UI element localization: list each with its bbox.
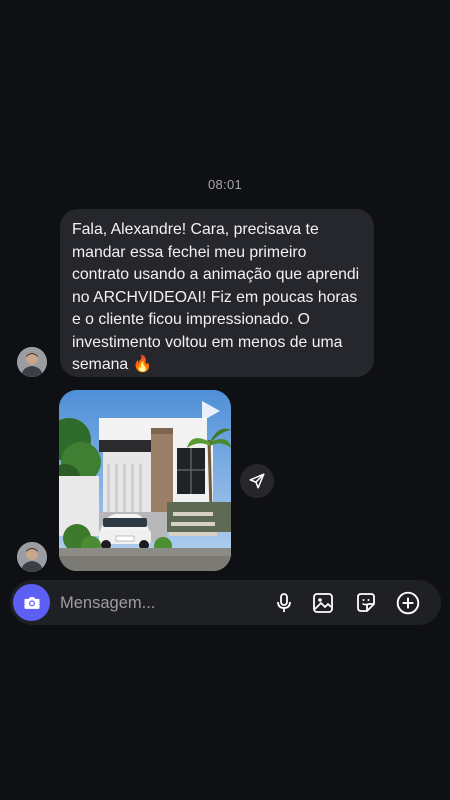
person-avatar-icon xyxy=(17,347,47,377)
received-message-bubble[interactable]: Fala, Alexandre! Cara, precisava te mand… xyxy=(60,209,374,377)
sticker-button[interactable] xyxy=(352,589,380,617)
sticker-icon xyxy=(357,593,375,612)
microphone-icon xyxy=(277,593,291,612)
paper-plane-icon xyxy=(249,473,265,489)
person-avatar-icon xyxy=(17,542,47,572)
gallery-icon xyxy=(313,593,333,613)
message-composer xyxy=(10,580,441,625)
camera-icon xyxy=(24,596,39,609)
video-play-icon[interactable] xyxy=(197,398,223,424)
forward-message-button[interactable] xyxy=(240,464,274,498)
plus-icon xyxy=(396,591,420,615)
message-input[interactable] xyxy=(58,590,262,616)
message-timestamp: 08:01 xyxy=(207,177,243,192)
microphone-button[interactable] xyxy=(270,589,298,617)
gallery-button[interactable] xyxy=(309,589,337,617)
camera-button[interactable] xyxy=(13,584,50,621)
sender-avatar[interactable] xyxy=(17,347,47,377)
shared-video-thumbnail[interactable] xyxy=(59,390,231,571)
sender-avatar[interactable] xyxy=(17,542,47,572)
fire-emoji: 🔥 xyxy=(132,356,153,373)
message-text: Fala, Alexandre! Cara, precisava te mand… xyxy=(72,221,360,373)
add-attachment-button[interactable] xyxy=(394,589,422,617)
